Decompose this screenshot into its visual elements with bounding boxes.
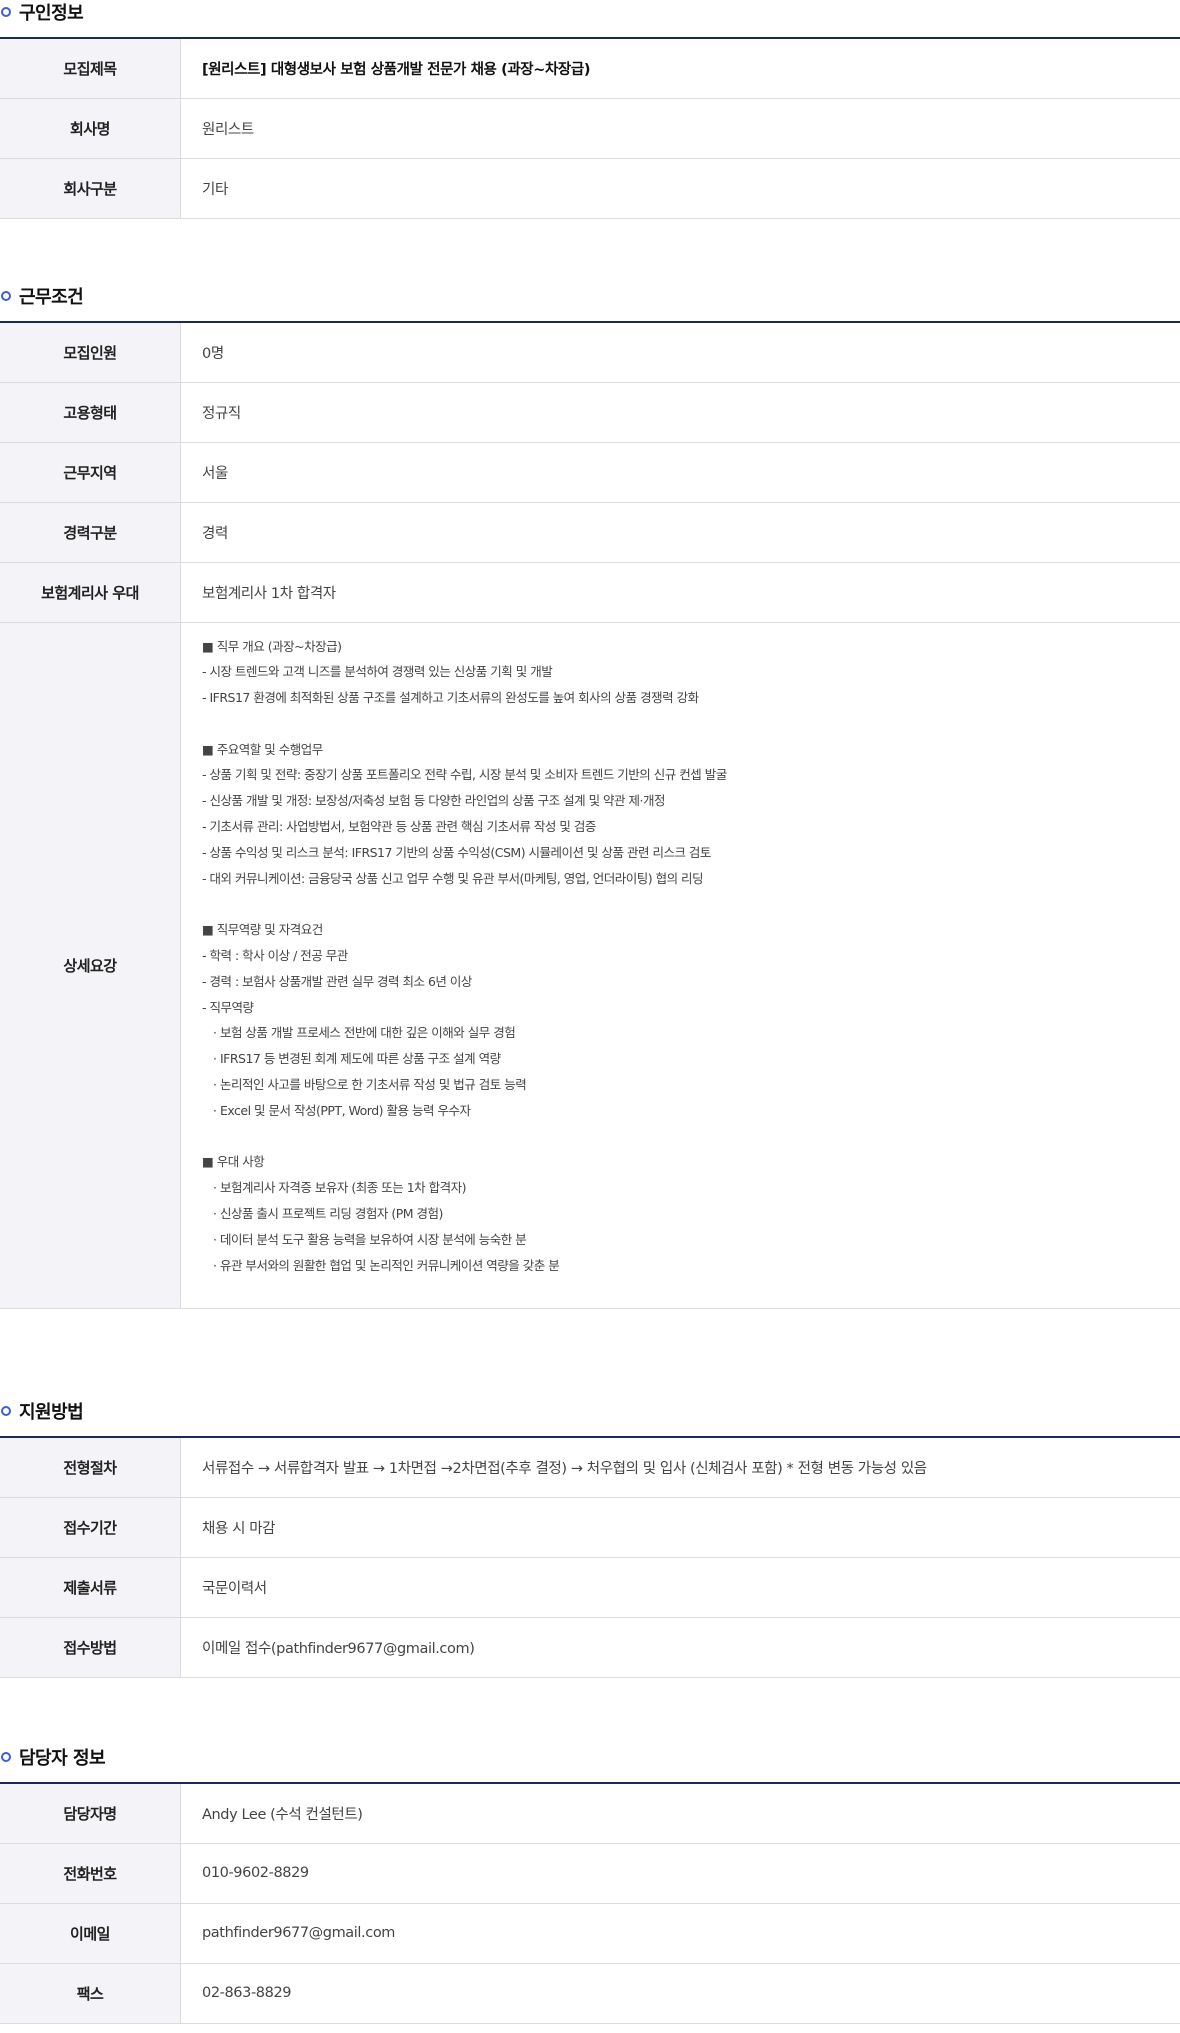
table-row: 접수방법 이메일 접수(pathfinder9677@gmail.com) <box>0 1617 1180 1678</box>
row-label: 보험계리사 우대 <box>0 562 181 623</box>
table-row: 제출서류 국문이력서 <box>0 1557 1180 1618</box>
circle-bullet-icon <box>1 290 11 301</box>
detail-line: ■ 직무역량 및 자격요건 <box>202 922 323 938</box>
detail-line: · 유관 부서와의 원활한 협업 및 논리적인 커뮤니케이션 역량을 갖춘 분 <box>213 1257 560 1273</box>
detail-line: · 데이터 분석 도구 활용 능력을 보유하여 시장 분석에 능숙한 분 <box>213 1231 527 1247</box>
circle-bullet-icon <box>1 1405 11 1416</box>
row-label: 팩스 <box>0 1963 181 2024</box>
row-label: 모집인원 <box>0 322 181 383</box>
table-row: 회사구분 기타 <box>0 158 1180 219</box>
conditions-section: 근무조건 모집인원 0명 고용형태 정규직 근무지역 서울 경력구분 경력 보험… <box>0 284 1180 1310</box>
detail-line: - 기초서류 관리: 사업방법서, 보험약관 등 상품 관련 핵심 기초서류 작… <box>202 819 596 835</box>
detail-line: - 시장 트렌드와 고객 니즈를 분석하여 경쟁력 있는 신상품 기획 및 개발 <box>202 664 553 680</box>
table-row: 접수기간 채용 시 마감 <box>0 1497 1180 1558</box>
table-row: 근무지역 서울 <box>0 442 1180 503</box>
table-row: 담당자명 Andy Lee (수석 컨설턴트) <box>0 1783 1180 1844</box>
detail-line: - 상품 수익성 및 리스크 분석: IFRS17 기반의 상품 수익성(CSM… <box>202 844 711 860</box>
documents-value: 국문이력서 <box>180 1557 1180 1618</box>
row-label: 경력구분 <box>0 502 181 563</box>
table-row: 보험계리사 우대 보험계리사 1차 합격자 <box>0 562 1180 623</box>
section-title: 지원방법 <box>19 1401 84 1423</box>
detail-line: · 보험 상품 개발 프로세스 전반에 대한 깊은 이해와 실무 경험 <box>213 1025 516 1041</box>
table-row: 모집제목 [원리스트] 대형생보사 보험 상품개발 전문가 채용 (과장~차장급… <box>0 38 1180 99</box>
recruit-section: 구인정보 모집제목 [원리스트] 대형생보사 보험 상품개발 전문가 채용 (과… <box>0 0 1180 219</box>
conditions-table: 모집인원 0명 고용형태 정규직 근무지역 서울 경력구분 경력 보험계리사 우… <box>0 321 1180 1310</box>
detail-line: · 논리적인 사고를 바탕으로 한 기초서류 작성 및 법규 검토 능력 <box>213 1077 527 1093</box>
phone-value: 010-9602-8829 <box>180 1843 1180 1904</box>
table-row: 전형절차 서류접수 → 서류합격자 발표 → 1차면접 →2차면접(추후 결정)… <box>0 1437 1180 1498</box>
detail-line: - 대외 커뮤니케이션: 금융당국 상품 신고 업무 수행 및 유관 부서(마케… <box>202 870 704 886</box>
row-label: 담당자명 <box>0 1783 181 1844</box>
work-location-value: 서울 <box>180 442 1180 503</box>
table-row: 모집인원 0명 <box>0 322 1180 383</box>
detail-line: - 직무역량 <box>202 999 254 1015</box>
headcount-value: 0명 <box>180 322 1180 383</box>
email-value: pathfinder9677@gmail.com <box>180 1903 1180 1964</box>
actuary-preference-value: 보험계리사 1차 합격자 <box>180 562 1180 623</box>
detail-line: ■ 직무 개요 (과장~차장급) <box>202 638 342 654</box>
section-header: 지원방법 <box>0 1399 1180 1423</box>
section-header: 구인정보 <box>0 0 1180 24</box>
detail-line: - 경력 : 보험사 상품개발 관련 실무 경력 최소 6년 이상 <box>202 973 472 989</box>
period-value: 채용 시 마감 <box>180 1497 1180 1558</box>
circle-bullet-icon <box>1 6 11 17</box>
detail-line: ■ 주요역할 및 수행업무 <box>202 741 323 757</box>
row-label: 근무지역 <box>0 442 181 503</box>
circle-bullet-icon <box>1 1751 11 1762</box>
apply-section: 지원방법 전형절차 서류접수 → 서류합격자 발표 → 1차면접 →2차면접(추… <box>0 1399 1180 1678</box>
process-value: 서류접수 → 서류합격자 발표 → 1차면접 →2차면접(추후 결정) → 처우… <box>180 1437 1180 1498</box>
job-title-value: [원리스트] 대형생보사 보험 상품개발 전문가 채용 (과장~차장급) <box>180 38 1180 99</box>
row-label: 고용형태 <box>0 382 181 443</box>
contact-section: 담당자 정보 담당자명 Andy Lee (수석 컨설턴트) 전화번호 010-… <box>0 1745 1180 2024</box>
recruit-table: 모집제목 [원리스트] 대형생보사 보험 상품개발 전문가 채용 (과장~차장급… <box>0 37 1180 219</box>
table-row: 경력구분 경력 <box>0 502 1180 563</box>
section-title: 담당자 정보 <box>19 1747 106 1769</box>
table-row: 회사명 원리스트 <box>0 98 1180 159</box>
table-row: 고용형태 정규직 <box>0 382 1180 443</box>
apply-method-value: 이메일 접수(pathfinder9677@gmail.com) <box>180 1617 1180 1678</box>
career-type-value: 경력 <box>180 502 1180 563</box>
row-label: 이메일 <box>0 1903 181 1964</box>
section-header: 근무조건 <box>0 284 1180 308</box>
table-row: 이메일 pathfinder9677@gmail.com <box>0 1903 1180 1964</box>
contact-table: 담당자명 Andy Lee (수석 컨설턴트) 전화번호 010-9602-88… <box>0 1782 1180 2024</box>
row-label: 회사명 <box>0 98 181 159</box>
row-label: 접수기간 <box>0 1497 181 1558</box>
section-title: 근무조건 <box>19 286 84 308</box>
contact-name-value: Andy Lee (수석 컨설턴트) <box>180 1783 1180 1844</box>
company-name-value: 원리스트 <box>180 98 1180 159</box>
section-header: 담당자 정보 <box>0 1745 1180 1769</box>
section-title: 구인정보 <box>19 2 84 24</box>
detail-content: ■ 직무 개요 (과장~차장급) - 시장 트렌드와 고객 니즈를 분석하여 경쟁… <box>180 622 1180 1310</box>
row-label: 회사구분 <box>0 158 181 219</box>
employment-type-value: 정규직 <box>180 382 1180 443</box>
row-label: 상세요강 <box>0 622 181 1310</box>
table-row: 전화번호 010-9602-8829 <box>0 1843 1180 1904</box>
detail-spacer <box>202 1124 1180 1150</box>
apply-table: 전형절차 서류접수 → 서류합격자 발표 → 1차면접 →2차면접(추후 결정)… <box>0 1436 1180 1678</box>
detail-spacer <box>202 891 1180 917</box>
detail-line: - IFRS17 환경에 최적화된 상품 구조를 설계하고 기초서류의 완성도를… <box>202 690 699 706</box>
detail-line: · 보험계리사 자격증 보유자 (최종 또는 1차 합격자) <box>213 1180 467 1196</box>
detail-line: - 상품 기획 및 전략: 중장기 상품 포트폴리오 전략 수립, 시장 분석 … <box>202 767 727 783</box>
detail-lines: ■ 직무 개요 (과장~차장급) - 시장 트렌드와 고객 니즈를 분석하여 경쟁… <box>202 623 1180 1309</box>
row-label: 모집제목 <box>0 38 181 99</box>
detail-line: - 학력 : 학사 이상 / 전공 무관 <box>202 948 348 964</box>
row-label: 전형절차 <box>0 1437 181 1498</box>
detail-line: · Excel 및 문서 작성(PPT, Word) 활용 능력 우수자 <box>213 1102 471 1118</box>
detail-line: · 신상품 출시 프로젝트 리딩 경험자 (PM 경험) <box>213 1206 443 1222</box>
detail-spacer <box>202 711 1180 737</box>
table-row: 팩스 02-863-8829 <box>0 1963 1180 2024</box>
row-label: 전화번호 <box>0 1843 181 1904</box>
row-label: 접수방법 <box>0 1617 181 1678</box>
detail-line: · IFRS17 등 변경된 회계 제도에 따른 상품 구조 설계 역량 <box>213 1051 501 1067</box>
fax-value: 02-863-8829 <box>180 1963 1180 2024</box>
detail-line: ■ 우대 사항 <box>202 1154 265 1170</box>
detail-line: - 신상품 개발 및 개정: 보장성/저축성 보험 등 다양한 라인업의 상품 … <box>202 793 666 809</box>
detail-row: 상세요강 ■ 직무 개요 (과장~차장급) - 시장 트렌드와 고객 니즈를 분석… <box>0 622 1180 1310</box>
row-label: 제출서류 <box>0 1557 181 1618</box>
company-type-value: 기타 <box>180 158 1180 219</box>
